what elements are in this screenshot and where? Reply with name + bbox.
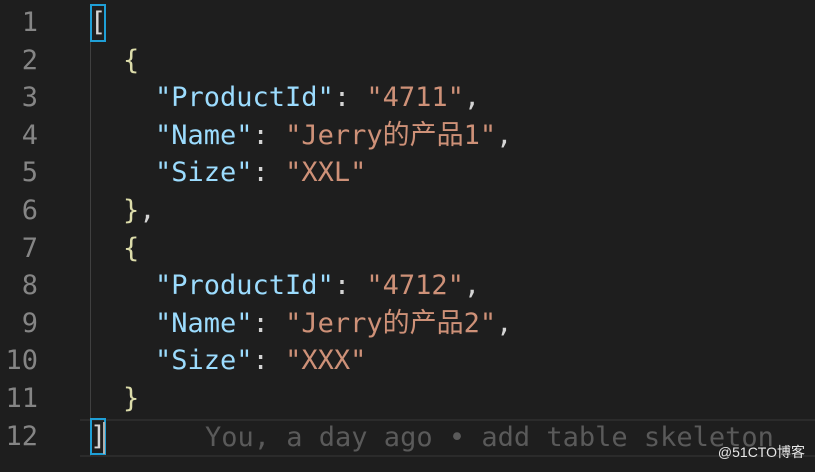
colon: : <box>252 345 286 377</box>
json-key: "ProductId" <box>155 82 334 114</box>
colon: : <box>252 119 286 151</box>
code-line-4: "Name": "Jerry的产品1", <box>155 117 512 155</box>
json-string-value: "XXL" <box>285 157 367 189</box>
matched-open-bracket: [ <box>90 4 107 42</box>
json-string-value: "4712" <box>366 270 464 302</box>
code-editor[interactable]: 1 2 3 4 5 6 7 8 9 10 11 12 [ { "ProductI… <box>0 0 815 472</box>
text-cursor <box>103 422 105 454</box>
json-string-value: "4711" <box>366 82 464 114</box>
comma: , <box>496 307 513 339</box>
code-line-1: [ <box>90 4 107 42</box>
comma: , <box>496 119 513 151</box>
json-key: "Name" <box>155 307 253 339</box>
json-key: "Size" <box>155 157 253 189</box>
code-line-6: }, <box>123 192 156 230</box>
json-string-value: "Jerry的产品2" <box>285 307 497 339</box>
code-line-8: "ProductId": "4712", <box>155 267 480 305</box>
colon: : <box>333 270 367 302</box>
colon: : <box>252 157 286 189</box>
git-blame-annotation: You, a day ago • add table skeleton <box>205 422 774 453</box>
code-line-3: "ProductId": "4711", <box>155 79 480 117</box>
comma: , <box>463 270 481 302</box>
comma: , <box>139 195 156 226</box>
code-line-9: "Name": "Jerry的产品2", <box>155 305 512 343</box>
code-area[interactable]: [ { "ProductId": "4711", "Name": "Jerry的… <box>0 0 815 472</box>
json-key: "ProductId" <box>155 270 334 302</box>
code-line-11: } <box>123 380 139 418</box>
open-brace: { <box>123 44 140 76</box>
json-string-value: "Jerry的产品1" <box>285 119 497 151</box>
open-brace: { <box>123 232 140 264</box>
json-key: "Size" <box>155 345 253 377</box>
code-line-5: "Size": "XXL" <box>155 154 366 192</box>
colon: : <box>333 82 367 114</box>
watermark: @51CTO博客 <box>717 444 805 460</box>
comma: , <box>463 82 481 114</box>
code-line-7: { <box>123 230 139 268</box>
code-line-2: { <box>123 42 139 80</box>
colon: : <box>252 307 286 339</box>
json-key: "Name" <box>155 119 253 151</box>
json-string-value: "XXX" <box>285 345 367 377</box>
code-line-10: "Size": "XXX" <box>155 342 366 380</box>
close-brace: } <box>123 383 140 414</box>
close-brace: } <box>123 195 140 226</box>
